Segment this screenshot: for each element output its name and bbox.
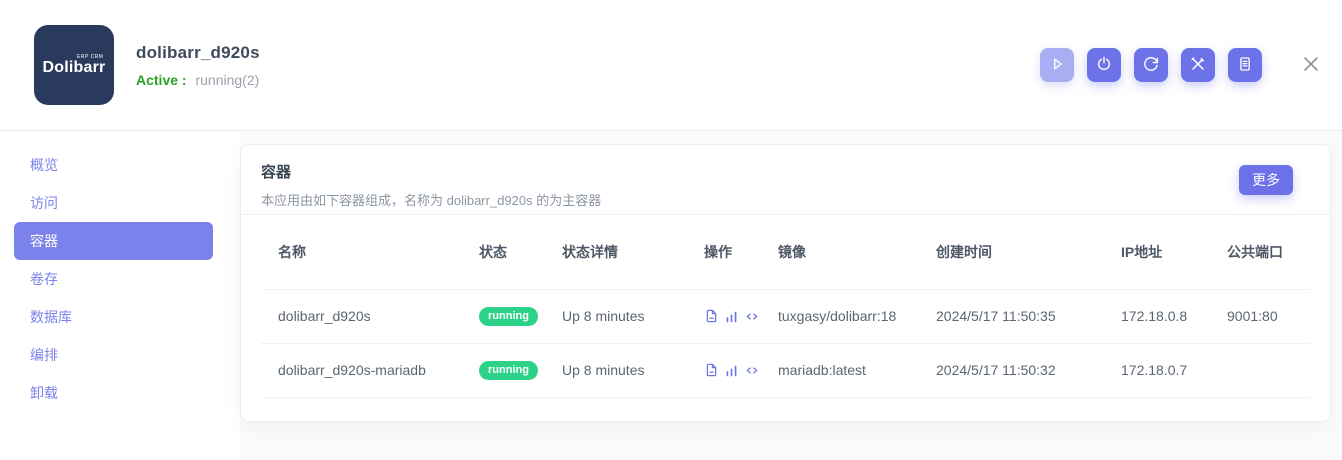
col-port: 公共端口: [1227, 215, 1310, 289]
cell-created: 2024/5/17 11:50:35: [936, 289, 1121, 343]
title-block: dolibarr_d920s Active : running(2): [136, 43, 260, 88]
cell-image: tuxgasy/dolibarr:18: [778, 289, 936, 343]
col-actions: 操作: [704, 215, 778, 289]
cell-status: running: [479, 343, 562, 397]
page-title: dolibarr_d920s: [136, 43, 260, 63]
cell-status: running: [479, 289, 562, 343]
row-actions: [704, 308, 778, 324]
chart-icon[interactable]: [724, 309, 739, 324]
file-icon[interactable]: [704, 308, 719, 324]
power-icon: [1095, 55, 1113, 76]
containers-table: 名称 状态 状态详情 操作 镜像 创建时间 IP地址 公共端口: [261, 215, 1310, 398]
cell-image: mariadb:latest: [778, 343, 936, 397]
logo-text: Dolibarr: [43, 59, 106, 77]
cell-port: 9001:80: [1227, 289, 1310, 343]
cell-created: 2024/5/17 11:50:32: [936, 343, 1121, 397]
row-actions: [704, 362, 778, 378]
sidebar-item-database[interactable]: 数据库: [14, 298, 213, 336]
close-icon: [1301, 54, 1321, 77]
status-badge: running: [479, 307, 538, 326]
status-badge: running: [479, 361, 538, 380]
status-value: running(2): [195, 72, 259, 88]
close-button[interactable]: [1298, 52, 1324, 78]
app-detail-window: ERP CRM Dolibarr dolibarr_d920s Active :…: [0, 0, 1342, 460]
restart-button[interactable]: [1134, 48, 1168, 82]
logs-icon: [1236, 55, 1254, 76]
cell-name: dolibarr_d920s: [261, 289, 479, 343]
file-icon[interactable]: [704, 362, 719, 378]
col-created: 创建时间: [936, 215, 1121, 289]
sidebar-item-overview[interactable]: 概览: [14, 146, 213, 184]
dolibarr-logo: ERP CRM Dolibarr: [34, 25, 114, 105]
code-icon[interactable]: [744, 363, 760, 378]
cell-actions: [704, 289, 778, 343]
cell-status-detail: Up 8 minutes: [562, 343, 704, 397]
sidebar-item-volumes[interactable]: 卷存: [14, 260, 213, 298]
sidebar-item-compose[interactable]: 编排: [14, 336, 213, 374]
table-row: dolibarr_d920s-mariadb running Up 8 minu…: [261, 343, 1310, 397]
table-header-row: 名称 状态 状态详情 操作 镜像 创建时间 IP地址 公共端口: [261, 215, 1310, 289]
window-header: ERP CRM Dolibarr dolibarr_d920s Active :…: [0, 0, 1342, 131]
toolbar: [1040, 48, 1332, 82]
table-row: dolibarr_d920s running Up 8 minutes: [261, 289, 1310, 343]
start-button[interactable]: [1040, 48, 1074, 82]
logs-button[interactable]: [1228, 48, 1262, 82]
col-image: 镜像: [778, 215, 936, 289]
tools-button[interactable]: [1181, 48, 1215, 82]
sidebar: 概览 访问 容器 卷存 数据库 编排 卸载: [0, 131, 240, 460]
sidebar-item-containers[interactable]: 容器: [14, 222, 213, 260]
more-button[interactable]: 更多: [1239, 165, 1293, 195]
play-icon: [1048, 55, 1066, 76]
stop-button[interactable]: [1087, 48, 1121, 82]
cell-actions: [704, 343, 778, 397]
cell-name: dolibarr_d920s-mariadb: [261, 343, 479, 397]
content-area: 概览 访问 容器 卷存 数据库 编排 卸载 容器 本应用由如下容器组成，名称为 …: [0, 131, 1342, 460]
main-area: 容器 本应用由如下容器组成，名称为 dolibarr_d920s 的为主容器 更…: [240, 131, 1342, 460]
status-line: Active : running(2): [136, 72, 260, 88]
col-name: 名称: [261, 215, 479, 289]
status-label: Active :: [136, 72, 187, 88]
sidebar-item-access[interactable]: 访问: [14, 184, 213, 222]
col-status-detail: 状态详情: [562, 215, 704, 289]
code-icon[interactable]: [744, 309, 760, 324]
cell-ip: 172.18.0.7: [1121, 343, 1227, 397]
panel-header: 容器 本应用由如下容器组成，名称为 dolibarr_d920s 的为主容器 更…: [241, 145, 1330, 215]
containers-table-wrap: 名称 状态 状态详情 操作 镜像 创建时间 IP地址 公共端口: [241, 215, 1330, 398]
cell-ip: 172.18.0.8: [1121, 289, 1227, 343]
panel-title: 容器: [261, 161, 1310, 182]
cell-port: [1227, 343, 1310, 397]
tools-icon: [1189, 55, 1207, 76]
panel-subtitle: 本应用由如下容器组成，名称为 dolibarr_d920s 的为主容器: [261, 190, 1310, 209]
col-status: 状态: [479, 215, 562, 289]
sidebar-item-uninstall[interactable]: 卸载: [14, 374, 213, 412]
cell-status-detail: Up 8 minutes: [562, 289, 704, 343]
col-ip: IP地址: [1121, 215, 1227, 289]
containers-panel: 容器 本应用由如下容器组成，名称为 dolibarr_d920s 的为主容器 更…: [240, 144, 1331, 422]
dolibarr-logo-inner: ERP CRM Dolibarr: [43, 54, 106, 77]
restart-icon: [1142, 55, 1160, 76]
chart-icon[interactable]: [724, 363, 739, 378]
